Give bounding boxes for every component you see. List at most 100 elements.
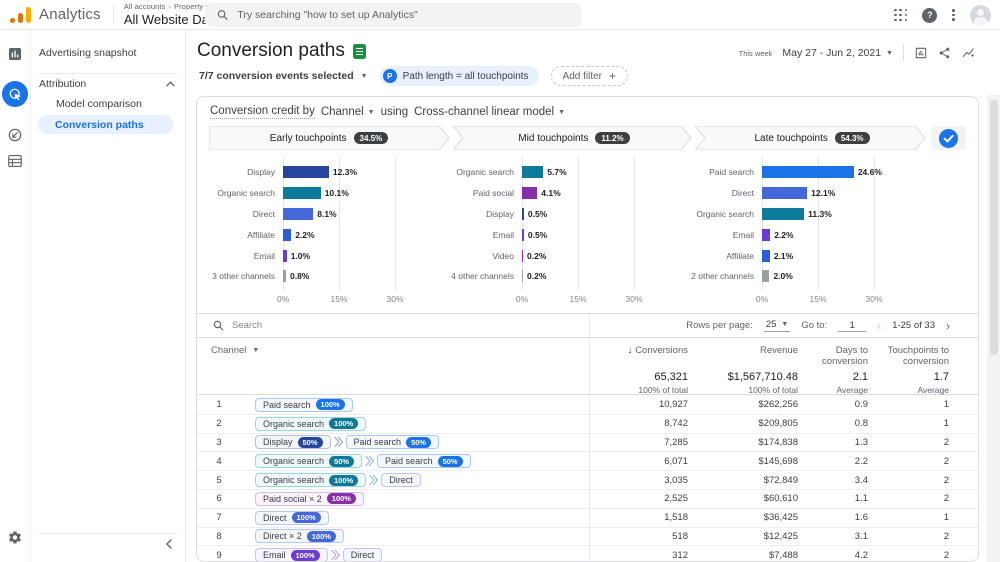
- table-row: 7Direct100%1,518$36,4251.61: [197, 509, 978, 528]
- scrollbar-thumb[interactable]: [990, 100, 998, 355]
- model-explorer-icon[interactable]: [7, 127, 23, 148]
- bar-value-label: 10.1%: [325, 188, 349, 198]
- prev-page-icon[interactable]: ‹: [877, 319, 881, 333]
- chevron-down-icon: ▼: [886, 50, 893, 57]
- credit-badge: 100%: [307, 531, 336, 542]
- chart-panel-icon[interactable]: [914, 46, 928, 60]
- column-header-days[interactable]: Days toconversion: [822, 345, 868, 367]
- cell-touchpoints: 2: [944, 475, 949, 486]
- x-axis-tick: 15%: [563, 294, 593, 304]
- row-index: 5: [197, 475, 241, 486]
- add-filter-button[interactable]: Add filter +: [551, 66, 628, 86]
- avatar[interactable]: [970, 5, 991, 26]
- date-range-selector[interactable]: May 27 - Jun 2, 2021 ▼: [782, 47, 893, 59]
- bar-affiliate: [762, 250, 770, 262]
- global-search-input[interactable]: [237, 9, 569, 21]
- column-header-touchpoints[interactable]: Touchpoints toconversion: [888, 345, 949, 367]
- date-preset-label: This week: [739, 49, 773, 58]
- category-label: Display: [440, 209, 522, 219]
- funnel-check-toggle[interactable]: [939, 129, 958, 153]
- admin-gear-icon[interactable]: [8, 530, 23, 550]
- credit-badge: 100%: [291, 550, 320, 561]
- row-index: 3: [197, 437, 241, 448]
- bar-value-label: 12.1%: [811, 188, 835, 198]
- category-label: 2 other channels: [680, 271, 762, 281]
- table-search-input[interactable]: [232, 320, 352, 331]
- cell-touchpoints: 2: [944, 493, 949, 504]
- google-apps-icon[interactable]: [894, 9, 907, 22]
- funnel-segment-percentage: 34.5%: [354, 132, 389, 144]
- x-axis-tick: 30%: [619, 294, 649, 304]
- row-index: 1: [197, 399, 241, 410]
- report-doc-icon[interactable]: [353, 44, 366, 59]
- x-axis-tick: 15%: [803, 294, 833, 304]
- total-conversions: 65,321: [654, 371, 688, 383]
- sidebar-item-conversion-paths[interactable]: Conversion paths: [38, 115, 173, 134]
- next-page-icon[interactable]: ›: [946, 319, 950, 333]
- chart-rows: Paid search24.6%Direct12.1%Organic searc…: [680, 162, 914, 287]
- bar-email: [762, 229, 770, 241]
- column-header-conversions[interactable]: ↓ Conversions: [628, 345, 688, 356]
- column-header-channel[interactable]: Channel ▼: [211, 345, 259, 356]
- collapse-sidebar-icon[interactable]: [165, 536, 173, 554]
- sidebar-section-attribution[interactable]: Attribution: [39, 78, 175, 90]
- channel-pill-direct: Direct: [381, 473, 421, 487]
- bar-display: [522, 208, 524, 220]
- insights-icon[interactable]: [961, 46, 976, 60]
- row-index: 9: [197, 550, 241, 561]
- channel-pill-label: Direct: [389, 475, 413, 485]
- bar-value-label: 5.7%: [547, 167, 566, 177]
- channels-table-icon[interactable]: [8, 154, 23, 173]
- chart-row: Display12.3%: [201, 162, 435, 183]
- conversion-events-selector[interactable]: 7/7 conversion events selected ▼: [199, 70, 368, 82]
- cell-revenue: $145,698: [758, 456, 798, 467]
- category-label: Email: [680, 230, 762, 240]
- bar-organic_search: [522, 166, 543, 178]
- table-search[interactable]: [197, 320, 352, 331]
- category-label: Email: [201, 251, 283, 261]
- channel-path: Direct100%: [241, 511, 329, 525]
- model-dropdown[interactable]: Cross-channel linear model ▼: [414, 106, 565, 118]
- bar-value-label: 2.2%: [774, 230, 793, 240]
- share-icon[interactable]: [938, 46, 951, 60]
- channel-path: Organic search50%Paid search50%: [241, 454, 471, 468]
- global-search[interactable]: [205, 3, 581, 27]
- credit-badge: 100%: [329, 418, 358, 429]
- bar-other: [283, 270, 286, 282]
- late-touchpoints-chart: 0%15%30%Paid search24.6%Direct12.1%Organ…: [680, 153, 914, 308]
- touchpoint-funnel: Early touchpoints34.5%Mid touchpoints11.…: [209, 126, 966, 150]
- category-label: Direct: [201, 209, 283, 219]
- sidebar-item-advertising-snapshot[interactable]: Advertising snapshot: [39, 47, 136, 59]
- dimension-dropdown[interactable]: Channel ▼: [321, 106, 375, 118]
- analytics-logo[interactable]: Analytics: [10, 6, 101, 24]
- early-touchpoints-chart: 0%15%30%Display12.3%Organic search10.1%D…: [201, 153, 435, 308]
- funnel-segment-label: Mid touchpoints: [518, 133, 588, 144]
- more-options-icon[interactable]: [952, 9, 955, 21]
- rows-per-page-select[interactable]: 25 ▼: [764, 319, 791, 332]
- goto-page-input[interactable]: [838, 320, 866, 332]
- channel-path: Email100% Direct: [241, 548, 382, 562]
- column-header-revenue[interactable]: Revenue: [760, 345, 798, 356]
- row-index: 8: [197, 531, 241, 542]
- help-icon[interactable]: ?: [922, 8, 937, 23]
- attribution-icon-active[interactable]: [2, 81, 28, 107]
- channel-pill-email: Email100%: [255, 548, 328, 562]
- channel-pill-label: Direct: [351, 550, 375, 560]
- bar-organic_search: [283, 187, 321, 199]
- credit-middle: using: [381, 106, 409, 118]
- chart-rows: Organic search5.7%Paid social4.1%Display…: [440, 162, 674, 287]
- bar-value-label: 0.8%: [290, 271, 309, 281]
- path-length-filter-chip[interactable]: P Path length = all touchpoints: [380, 66, 539, 86]
- channel-pill-direct: Direct: [343, 548, 383, 562]
- cell-revenue: $209,805: [758, 418, 798, 429]
- sidebar-item-model-comparison[interactable]: Model comparison: [56, 98, 142, 110]
- cell-days: 3.1: [855, 531, 868, 542]
- charts-area: 0%15%30%Display12.3%Organic search10.1%D…: [197, 153, 978, 308]
- channel-pill-label: Direct: [263, 513, 287, 523]
- cell-conversions: 3,035: [664, 475, 688, 486]
- table-controls: Rows per page: 25 ▼ Go to: ‹ 1-25 of 33 …: [197, 313, 978, 338]
- chart-row: Affiliate2.1%: [680, 245, 914, 266]
- advertising-home-icon[interactable]: [7, 46, 23, 67]
- row-index: 2: [197, 418, 241, 429]
- channel-path: Paid search100%: [241, 398, 353, 412]
